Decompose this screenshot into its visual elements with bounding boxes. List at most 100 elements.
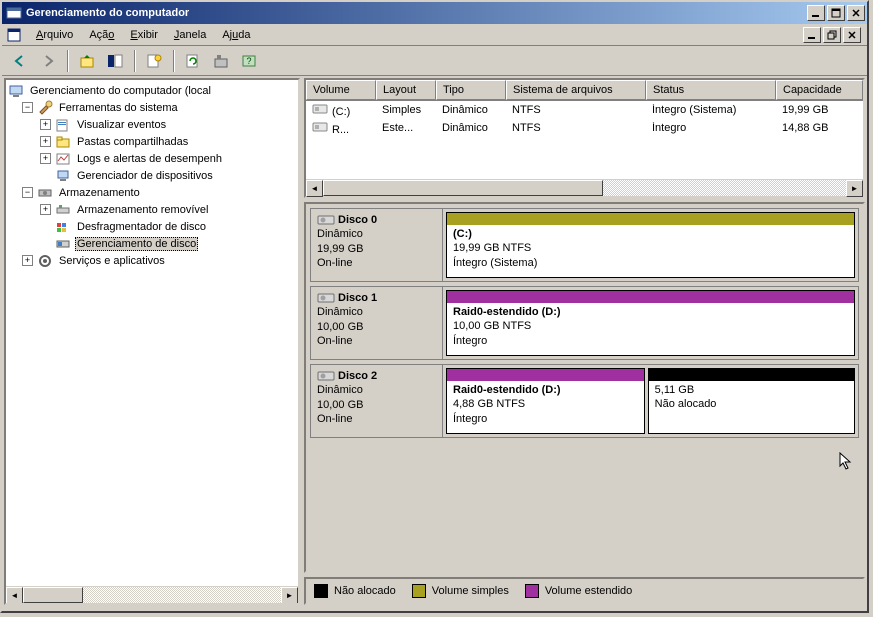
svg-text:?: ? bbox=[246, 56, 251, 66]
header-status[interactable]: Status bbox=[646, 80, 776, 100]
disk-info[interactable]: Disco 2Dinâmico10,00 GBOn-line bbox=[311, 365, 443, 437]
mdi-minimize-button[interactable] bbox=[803, 27, 821, 43]
partition-color-bar bbox=[649, 369, 854, 381]
disk-icon bbox=[317, 291, 335, 305]
storage-icon bbox=[37, 185, 53, 201]
device-manager-icon bbox=[55, 168, 71, 184]
partition[interactable]: Raid0-estendido (D:)4,88 GB NTFSÍntegro bbox=[446, 368, 645, 434]
settings-button[interactable] bbox=[209, 49, 233, 73]
tree-logs-alertas[interactable]: + Logs e alertas de desempenh bbox=[6, 150, 298, 167]
up-button[interactable] bbox=[75, 49, 99, 73]
volume-list: Volume Layout Tipo Sistema de arquivos S… bbox=[304, 78, 865, 198]
drive-icon bbox=[312, 121, 328, 133]
services-icon bbox=[37, 253, 53, 269]
close-button[interactable] bbox=[847, 5, 865, 21]
scroll-right-button[interactable]: ► bbox=[846, 180, 863, 197]
legend-spanned: Volume estendido bbox=[525, 584, 632, 598]
header-layout[interactable]: Layout bbox=[376, 80, 436, 100]
legend-swatch-olive bbox=[412, 584, 426, 598]
legend-unallocated: Não alocado bbox=[314, 584, 396, 598]
tree-servicos[interactable]: + Serviços e aplicativos bbox=[6, 252, 298, 269]
legend: Não alocado Volume simples Volume estend… bbox=[304, 577, 865, 605]
expand-icon[interactable]: + bbox=[40, 119, 51, 130]
refresh-button[interactable] bbox=[181, 49, 205, 73]
partition-color-bar bbox=[447, 369, 644, 381]
tree-armaz-removivel[interactable]: + Armazenamento removível bbox=[6, 201, 298, 218]
perf-logs-icon bbox=[55, 151, 71, 167]
volume-row[interactable]: (C:)SimplesDinâmicoNTFSÍntegro (Sistema)… bbox=[306, 101, 863, 119]
forward-button[interactable] bbox=[36, 49, 60, 73]
header-volume[interactable]: Volume bbox=[306, 80, 376, 100]
menu-janela[interactable]: Janela bbox=[166, 27, 214, 43]
shared-folders-icon bbox=[55, 134, 71, 150]
disk-icon bbox=[317, 213, 335, 227]
scroll-left-button[interactable]: ◄ bbox=[6, 587, 23, 604]
disk-management-icon bbox=[55, 236, 71, 252]
header-capacidade[interactable]: Capacidade bbox=[776, 80, 863, 100]
collapse-icon[interactable]: − bbox=[22, 187, 33, 198]
help-button[interactable]: ? bbox=[237, 49, 261, 73]
expand-icon[interactable]: + bbox=[40, 204, 51, 215]
tree-ferramentas[interactable]: − Ferramentas do sistema bbox=[6, 99, 298, 116]
partition[interactable]: (C:)19,99 GB NTFSÍntegro (Sistema) bbox=[446, 212, 855, 278]
removable-storage-icon bbox=[55, 202, 71, 218]
back-button[interactable] bbox=[8, 49, 32, 73]
partition-color-bar bbox=[447, 213, 854, 225]
app-icon bbox=[6, 5, 22, 21]
titlebar: Gerenciamento do computador bbox=[2, 2, 867, 24]
maximize-button[interactable] bbox=[827, 5, 845, 21]
disk-row: Disco 1Dinâmico10,00 GBOn-lineRaid0-este… bbox=[310, 286, 859, 360]
cursor-icon bbox=[839, 452, 855, 472]
partition[interactable]: 5,11 GBNão alocado bbox=[648, 368, 855, 434]
disk-row: Disco 2Dinâmico10,00 GBOn-lineRaid0-este… bbox=[310, 364, 859, 438]
expand-icon[interactable]: + bbox=[40, 153, 51, 164]
scroll-left-button[interactable]: ◄ bbox=[306, 180, 323, 197]
tree-gerenciamento-disco[interactable]: Gerenciamento de disco bbox=[6, 235, 298, 252]
tree-root[interactable]: Gerenciamento do computador (local bbox=[6, 82, 298, 99]
disk-row: Disco 0Dinâmico19,99 GBOn-line(C:)19,99 … bbox=[310, 208, 859, 282]
minimize-button[interactable] bbox=[807, 5, 825, 21]
scroll-right-button[interactable]: ► bbox=[281, 587, 298, 604]
tools-icon bbox=[37, 100, 53, 116]
partition[interactable]: Raid0-estendido (D:)10,00 GB NTFSÍntegro bbox=[446, 290, 855, 356]
partition-color-bar bbox=[447, 291, 854, 303]
toolbar: ? bbox=[2, 46, 867, 76]
mdi-restore-button[interactable] bbox=[823, 27, 841, 43]
tree-pastas-compartilhadas[interactable]: + Pastas compartilhadas bbox=[6, 133, 298, 150]
volume-row[interactable]: R...Este...DinâmicoNTFSÍntegro14,88 GB bbox=[306, 119, 863, 137]
header-tipo[interactable]: Tipo bbox=[436, 80, 506, 100]
menu-ajuda[interactable]: Ajuda bbox=[214, 27, 258, 43]
scroll-thumb[interactable] bbox=[323, 180, 603, 196]
scroll-thumb[interactable] bbox=[23, 587, 83, 603]
tree-desfragmentador[interactable]: Desfragmentador de disco bbox=[6, 218, 298, 235]
document-icon bbox=[6, 27, 22, 43]
mdi-close-button[interactable] bbox=[843, 27, 861, 43]
expand-icon[interactable]: + bbox=[22, 255, 33, 266]
defrag-icon bbox=[55, 219, 71, 235]
volume-headers: Volume Layout Tipo Sistema de arquivos S… bbox=[306, 80, 863, 101]
menu-exibir[interactable]: Exibir bbox=[122, 27, 166, 43]
volumes-scrollbar-horizontal[interactable]: ◄ ► bbox=[306, 179, 863, 196]
disk-icon bbox=[317, 369, 335, 383]
tree-visualizar-eventos[interactable]: + Visualizar eventos bbox=[6, 116, 298, 133]
tree-gerenciador-dispositivos[interactable]: Gerenciador de dispositivos bbox=[6, 167, 298, 184]
tree-scrollbar-horizontal[interactable]: ◄ ► bbox=[6, 586, 298, 603]
show-hide-tree-button[interactable] bbox=[103, 49, 127, 73]
tree-armazenamento[interactable]: − Armazenamento bbox=[6, 184, 298, 201]
tree-panel: Gerenciamento do computador (local − Fer… bbox=[4, 78, 300, 605]
menu-acao[interactable]: Ação bbox=[81, 27, 122, 43]
menubar: Arquivo Ação Exibir Janela Ajuda bbox=[2, 24, 867, 46]
collapse-icon[interactable]: − bbox=[22, 102, 33, 113]
disk-info[interactable]: Disco 1Dinâmico10,00 GBOn-line bbox=[311, 287, 443, 359]
properties-button[interactable] bbox=[142, 49, 166, 73]
legend-swatch-black bbox=[314, 584, 328, 598]
disk-graph-panel: Disco 0Dinâmico19,99 GBOn-line(C:)19,99 … bbox=[304, 202, 865, 573]
event-viewer-icon bbox=[55, 117, 71, 133]
legend-swatch-purple bbox=[525, 584, 539, 598]
disk-info[interactable]: Disco 0Dinâmico19,99 GBOn-line bbox=[311, 209, 443, 281]
computer-icon bbox=[8, 83, 24, 99]
drive-icon bbox=[312, 103, 328, 115]
expand-icon[interactable]: + bbox=[40, 136, 51, 147]
header-sistema[interactable]: Sistema de arquivos bbox=[506, 80, 646, 100]
menu-arquivo[interactable]: Arquivo bbox=[28, 27, 81, 43]
